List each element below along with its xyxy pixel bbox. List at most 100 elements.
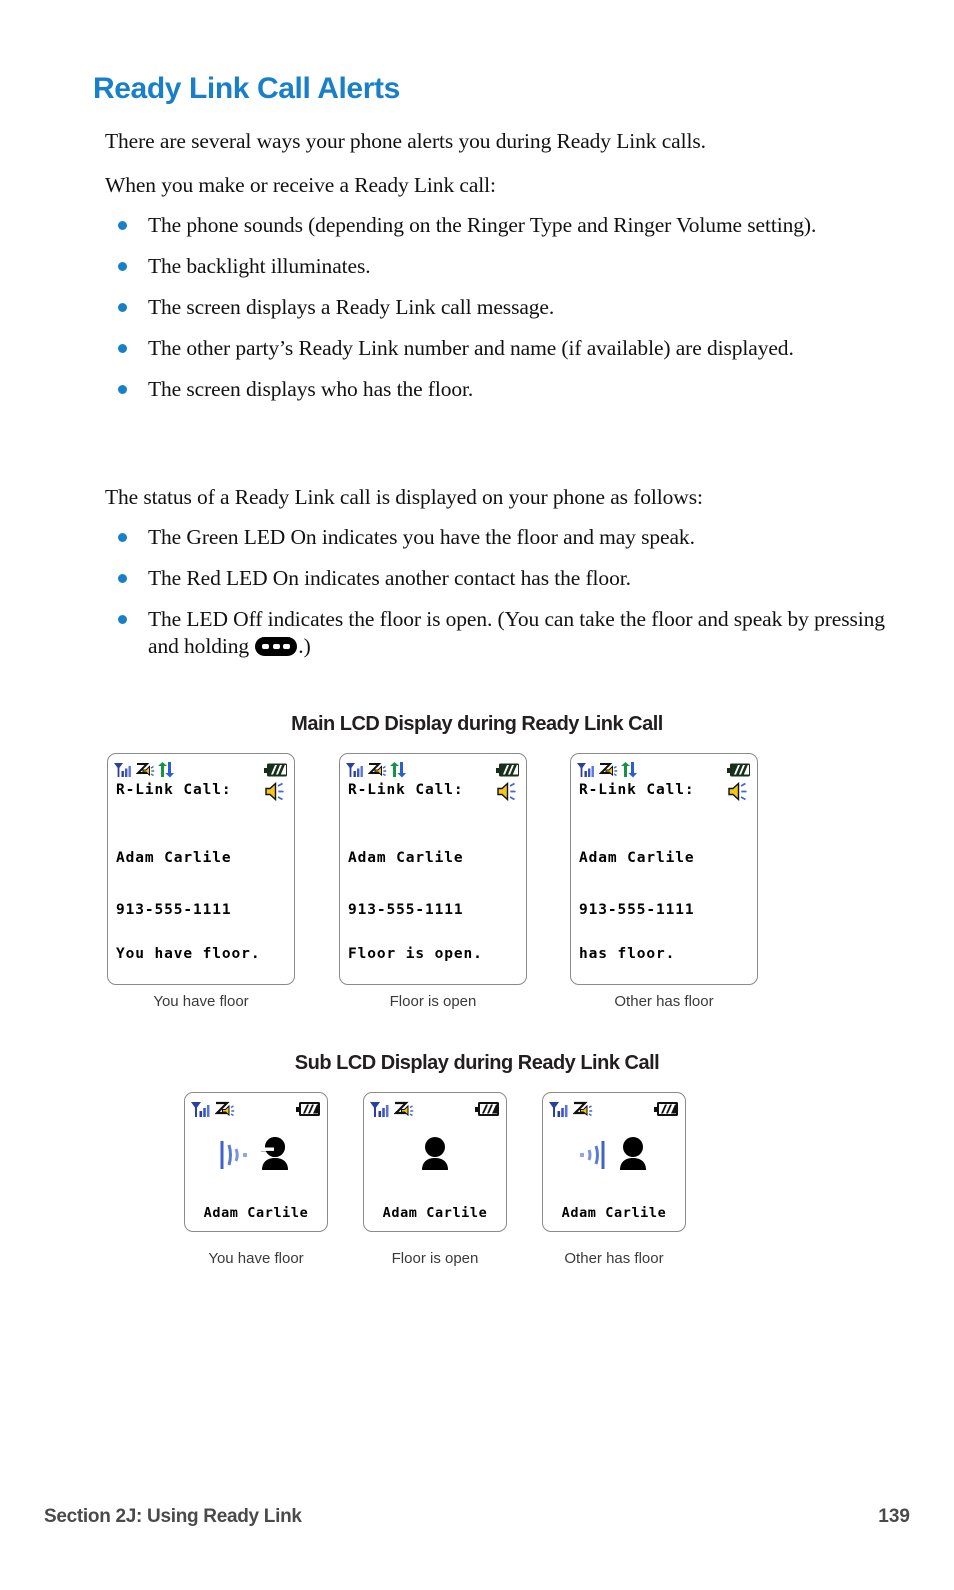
lcd-call-title: R-Link Call: — [579, 782, 695, 798]
ringer-vibrate-icon — [599, 763, 618, 777]
speakerphone-icon — [497, 782, 516, 801]
sub-lcd-screen-other-has-floor: Adam Carlile — [542, 1092, 686, 1232]
floor-status-figure — [364, 1129, 506, 1181]
main-lcd-caption: Floor is open — [389, 993, 477, 1010]
data-arrows-icon — [390, 762, 406, 778]
status-bullet-list: The Green LED On indicates you have the … — [112, 524, 902, 674]
page-title: Ready Link Call Alerts — [93, 72, 400, 105]
status-bar — [346, 760, 520, 780]
list-item-text: The Green LED On indicates you have the … — [148, 525, 695, 549]
main-lcd-caption: You have floor — [153, 993, 249, 1010]
signal-bars-icon — [191, 1101, 210, 1117]
bullet-dot-icon — [118, 385, 127, 394]
status-bar-left-icons — [370, 1101, 414, 1118]
ready-link-key-icon — [255, 637, 298, 656]
ringer-vibrate-icon — [136, 763, 155, 777]
lcd-contact-name: Adam Carlile — [203, 1205, 309, 1221]
lcd-floor-status: Floor is open. — [348, 946, 483, 962]
main-lcd-figure-heading: Main LCD Display during Ready Link Call — [291, 713, 663, 735]
ringer-vibrate-icon — [573, 1101, 593, 1116]
signal-bars-icon — [549, 1101, 568, 1117]
lcd-contact-number: 913-555-1111 — [348, 902, 464, 918]
bullet-dot-icon — [118, 615, 127, 624]
bullet-dot-icon — [118, 262, 127, 271]
incoming-sound-waves-icon — [579, 1141, 604, 1169]
person-idle-icon — [422, 1137, 448, 1170]
lcd-contact-number: 913-555-1111 — [116, 902, 232, 918]
alerts-bullet-list: The phone sounds (depending on the Ringe… — [112, 212, 902, 417]
signal-bars-icon — [114, 763, 131, 777]
signal-bars-icon — [370, 1101, 389, 1117]
status-bar-left-icons — [346, 762, 406, 778]
list-item-text: The backlight illuminates. — [148, 254, 371, 278]
status-bar-left-icons — [577, 762, 637, 778]
ringer-vibrate-icon — [215, 1101, 235, 1116]
battery-icon — [475, 1101, 499, 1116]
main-lcd-screen-floor-is-open: R-Link Call: Adam Carlile 913-555-1111 F… — [339, 753, 527, 985]
footer-page-number: 139 — [878, 1506, 910, 1527]
status-bar — [577, 760, 751, 780]
footer-section-label: Section 2J: Using Ready Link — [44, 1506, 302, 1527]
floor-status-figure — [543, 1129, 685, 1181]
list-item: The phone sounds (depending on the Ringe… — [112, 212, 902, 239]
person-listening-icon — [619, 1137, 646, 1170]
status-bar-left-icons — [549, 1101, 593, 1118]
list-item: The LED Off indicates the floor is open.… — [112, 606, 902, 660]
sub-lcd-caption: Other has floor — [564, 1250, 664, 1267]
signal-bars-icon — [577, 763, 594, 777]
list-item-text-after-key: .) — [298, 634, 311, 658]
status-bar-left-icons — [191, 1101, 235, 1118]
data-arrows-icon — [158, 762, 174, 778]
sub-lcd-caption: You have floor — [208, 1250, 304, 1267]
list-item-text: The screen displays who has the floor. — [148, 377, 474, 401]
main-lcd-screen-other-has-floor: R-Link Call: Adam Carlile 913-555-1111 h… — [570, 753, 758, 985]
list-item: The Green LED On indicates you have the … — [112, 524, 902, 551]
lcd-contact-name: Adam Carlile — [348, 850, 464, 866]
lcd-contact-number: 913-555-1111 — [579, 902, 695, 918]
speakerphone-icon — [265, 782, 284, 801]
list-item: The Red LED On indicates another contact… — [112, 565, 902, 592]
lcd-contact-name: Adam Carlile — [116, 850, 232, 866]
sub-lcd-figure-heading: Sub LCD Display during Ready Link Call — [294, 1052, 660, 1074]
lcd-contact-name: Adam Carlile — [382, 1205, 488, 1221]
signal-bars-icon — [346, 763, 363, 777]
bullet-dot-icon — [118, 574, 127, 583]
bullet-dot-icon — [118, 221, 127, 230]
intro-paragraph-1: There are several ways your phone alerts… — [105, 129, 706, 153]
status-bar — [191, 1099, 321, 1119]
lcd-floor-status: You have floor. — [116, 946, 261, 962]
speakerphone-icon — [728, 782, 747, 801]
list-item: The screen displays who has the floor. — [112, 376, 902, 403]
bullet-dot-icon — [118, 303, 127, 312]
list-item: The screen displays a Ready Link call me… — [112, 294, 902, 321]
list-item: The other party’s Ready Link number and … — [112, 335, 902, 362]
ringer-vibrate-icon — [368, 763, 387, 777]
battery-icon — [296, 1101, 320, 1116]
battery-icon — [727, 763, 750, 777]
lcd-floor-status: has floor. — [579, 946, 676, 962]
intro-paragraph-2: When you make or receive a Ready Link ca… — [105, 173, 496, 197]
status-intro-paragraph: The status of a Ready Link call is displ… — [105, 485, 703, 509]
sub-lcd-screen-you-have-floor: Adam Carlile — [184, 1092, 328, 1232]
list-item-text: The other party’s Ready Link number and … — [148, 336, 794, 360]
status-bar — [114, 760, 288, 780]
status-bar — [370, 1099, 500, 1119]
bullet-dot-icon — [118, 344, 127, 353]
ringer-vibrate-icon — [394, 1101, 414, 1116]
sub-lcd-caption: Floor is open — [391, 1250, 479, 1267]
battery-icon — [496, 763, 519, 777]
main-lcd-screen-you-have-floor: R-Link Call: Adam Carlile 913-555-1111 Y… — [107, 753, 295, 985]
battery-icon — [264, 763, 287, 777]
status-bar — [549, 1099, 679, 1119]
lcd-contact-name: Adam Carlile — [579, 850, 695, 866]
floor-status-figure — [185, 1129, 327, 1181]
list-item-text: The screen displays a Ready Link call me… — [148, 295, 555, 319]
status-bar-left-icons — [114, 762, 174, 778]
data-arrows-icon — [621, 762, 637, 778]
main-lcd-caption: Other has floor — [614, 993, 714, 1010]
sub-lcd-screen-floor-is-open: Adam Carlile — [363, 1092, 507, 1232]
person-speaking-icon — [258, 1137, 288, 1170]
lcd-call-title: R-Link Call: — [348, 782, 464, 798]
list-item-text: The Red LED On indicates another contact… — [148, 566, 631, 590]
battery-icon — [654, 1101, 678, 1116]
